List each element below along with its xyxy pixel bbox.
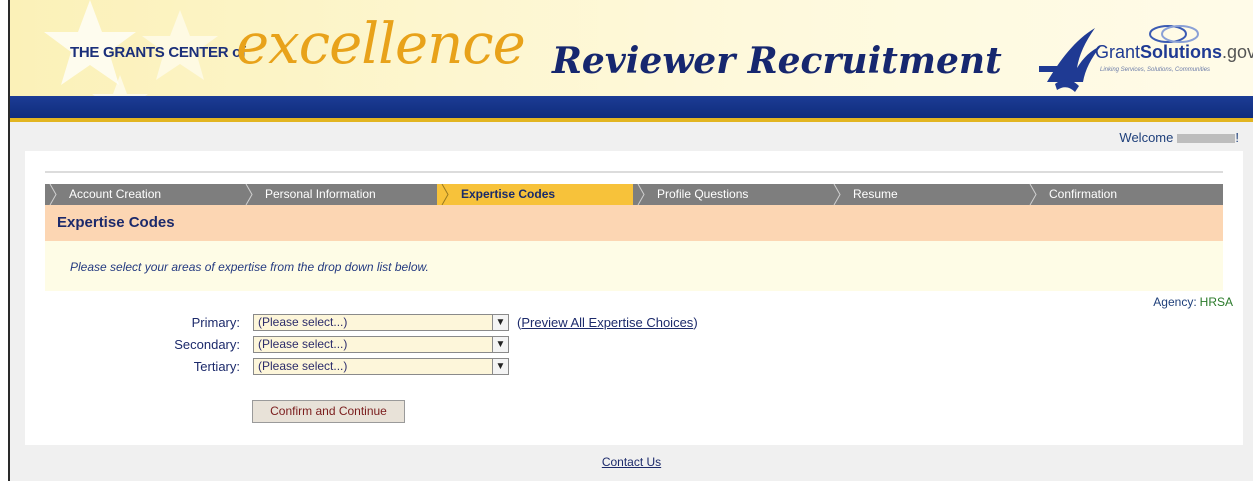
tertiary-select[interactable]: (Please select...) ▼ bbox=[253, 358, 509, 375]
tertiary-row: Tertiary: (Please select...) ▼ bbox=[25, 358, 825, 376]
redacted-username bbox=[1177, 134, 1236, 144]
logo-tld: .gov bbox=[1222, 42, 1253, 62]
step-label: Expertise Codes bbox=[461, 187, 556, 201]
banner-gold-line bbox=[10, 118, 1253, 122]
divider bbox=[45, 171, 1223, 173]
preview-link-wrapper: (Preview All Expertise Choices) bbox=[517, 315, 698, 330]
chevron-right-icon bbox=[833, 184, 841, 205]
step-account-creation[interactable]: Account Creation bbox=[45, 184, 241, 205]
step-label: Account Creation bbox=[69, 187, 162, 201]
step-confirmation[interactable]: Confirmation bbox=[1025, 184, 1223, 205]
step-label: Confirmation bbox=[1049, 187, 1118, 201]
wizard-steps: Account Creation Personal Information Ex… bbox=[45, 184, 1223, 205]
agency-info: Agency: HRSA bbox=[1153, 295, 1233, 309]
welcome-message: Welcome! bbox=[1119, 130, 1239, 145]
step-personal-information[interactable]: Personal Information bbox=[241, 184, 437, 205]
tertiary-label: Tertiary: bbox=[193, 359, 240, 374]
preview-close-paren: ) bbox=[693, 315, 698, 330]
section-title: Expertise Codes bbox=[45, 205, 1223, 241]
primary-select-value: (Please select...) bbox=[258, 315, 348, 329]
chevron-right-icon bbox=[245, 184, 253, 205]
brand-prefix: THE GRANTS CENTER of bbox=[70, 44, 246, 61]
app-title: Reviewer Recruitment bbox=[552, 40, 1002, 82]
logo-bold: Solutions bbox=[1140, 42, 1223, 62]
welcome-label: Welcome bbox=[1119, 130, 1174, 145]
logo-name: Grant bbox=[1095, 42, 1141, 62]
chevron-down-icon[interactable]: ▼ bbox=[492, 315, 508, 330]
secondary-select[interactable]: (Please select...) ▼ bbox=[253, 336, 509, 353]
chevron-right-icon bbox=[637, 184, 645, 205]
step-profile-questions[interactable]: Profile Questions bbox=[633, 184, 829, 205]
step-label: Resume bbox=[853, 187, 898, 201]
chevron-right-icon bbox=[49, 184, 57, 205]
tertiary-select-value: (Please select...) bbox=[258, 359, 348, 373]
page-frame: THE GRANTS CENTER of excellence Reviewer… bbox=[8, 0, 1253, 481]
secondary-select-value: (Please select...) bbox=[258, 337, 348, 351]
logo-text: GrantSolutions.gov bbox=[1095, 42, 1253, 63]
welcome-suffix: ! bbox=[1235, 130, 1239, 145]
agency-label: Agency: bbox=[1153, 295, 1197, 309]
logo-tagline: Linking Services, Solutions, Communities bbox=[1100, 67, 1211, 73]
secondary-row: Secondary: (Please select...) ▼ bbox=[25, 336, 825, 354]
primary-row: Primary: (Please select...) ▼ (Preview A… bbox=[25, 314, 825, 332]
step-label: Profile Questions bbox=[657, 187, 749, 201]
brand-excellence: excellence bbox=[236, 12, 526, 77]
chevron-right-icon bbox=[441, 184, 449, 205]
chevron-down-icon[interactable]: ▼ bbox=[492, 337, 508, 352]
step-label: Personal Information bbox=[265, 187, 376, 201]
secondary-label: Secondary: bbox=[174, 337, 240, 352]
instruction-text: Please select your areas of expertise fr… bbox=[45, 241, 1223, 291]
footer: Contact Us bbox=[10, 455, 1253, 469]
chevron-right-icon bbox=[1029, 184, 1037, 205]
step-resume[interactable]: Resume bbox=[829, 184, 1025, 205]
preview-all-expertise-link[interactable]: Preview All Expertise Choices bbox=[521, 315, 693, 330]
main-panel: Account Creation Personal Information Ex… bbox=[25, 151, 1243, 445]
agency-value: HRSA bbox=[1199, 295, 1233, 309]
banner-blue-bar bbox=[10, 96, 1253, 118]
contact-us-link[interactable]: Contact Us bbox=[602, 455, 661, 469]
header-banner: THE GRANTS CENTER of excellence Reviewer… bbox=[10, 0, 1253, 122]
chevron-down-icon[interactable]: ▼ bbox=[492, 359, 508, 374]
step-expertise-codes[interactable]: Expertise Codes bbox=[437, 184, 633, 205]
confirm-and-continue-button[interactable]: Confirm and Continue bbox=[252, 400, 405, 423]
primary-select[interactable]: (Please select...) ▼ bbox=[253, 314, 509, 331]
primary-label: Primary: bbox=[191, 315, 240, 330]
